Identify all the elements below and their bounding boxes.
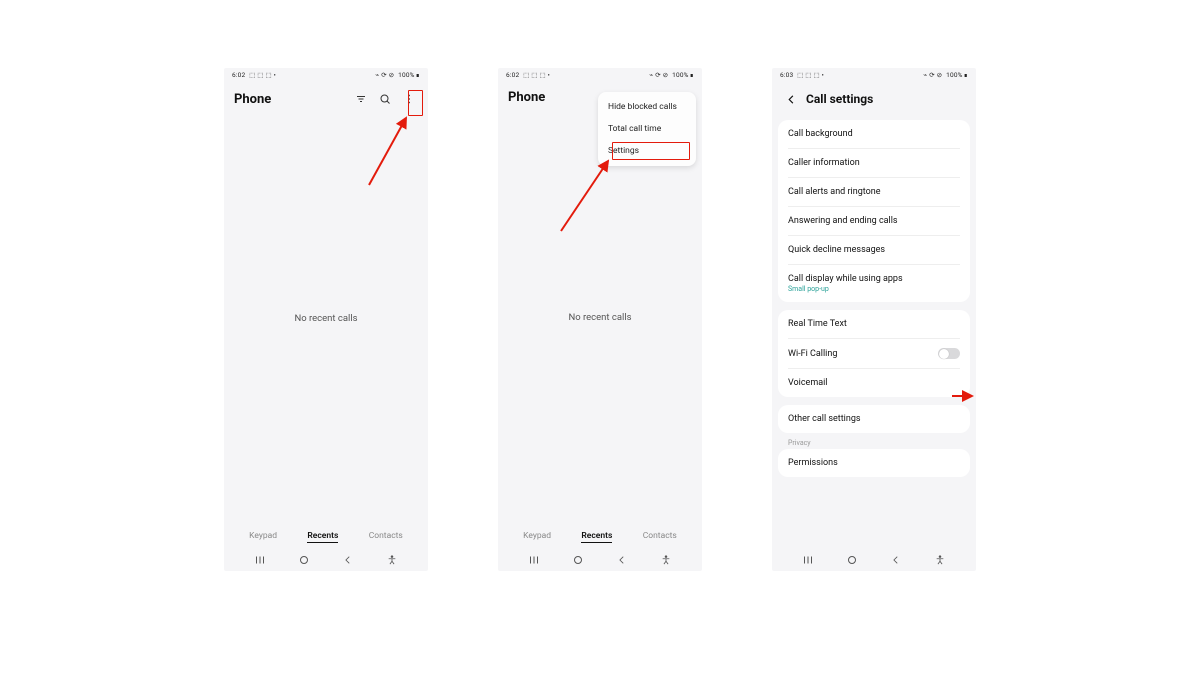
- privacy-section-label: Privacy: [778, 433, 970, 447]
- status-icons: ⬚ ⬚ ⬚ •: [797, 71, 824, 79]
- statusbar: 6:03 ⬚ ⬚ ⬚ • ⌁ ⟳ ⊘ 100%∎: [772, 68, 976, 82]
- row-quick-decline[interactable]: Quick decline messages: [788, 236, 960, 265]
- row-sublabel: Small pop-up: [788, 285, 960, 293]
- bottom-tabs: Keypad Recents Contacts: [498, 525, 702, 549]
- screenshot-phone-menu: 6:02 ⬚ ⬚ ⬚ • ⌁ ⟳ ⊘ 100%∎ Phone Hide bloc…: [498, 68, 702, 571]
- status-net: ⌁ ⟳ ⊘: [649, 71, 668, 79]
- search-icon[interactable]: [376, 90, 394, 108]
- row-label: Wi-Fi Calling: [788, 349, 837, 359]
- row-permissions[interactable]: Permissions: [788, 449, 960, 477]
- wifi-calling-toggle[interactable]: [938, 348, 960, 359]
- tab-contacts[interactable]: Contacts: [369, 531, 403, 543]
- settings-group-4: Permissions: [778, 449, 970, 477]
- tab-keypad[interactable]: Keypad: [523, 531, 551, 543]
- row-label: Voicemail: [788, 378, 828, 388]
- status-icons: ⬚ ⬚ ⬚ •: [523, 71, 550, 79]
- recents-nav-icon[interactable]: [253, 553, 267, 567]
- status-battery: 100%: [672, 71, 689, 79]
- home-nav-icon[interactable]: [297, 553, 311, 567]
- back-nav-icon[interactable]: [341, 553, 355, 567]
- row-label: Caller information: [788, 158, 860, 168]
- statusbar: 6:02 ⬚ ⬚ ⬚ • ⌁ ⟳ ⊘ 100%∎: [498, 68, 702, 82]
- row-call-background[interactable]: Call background: [788, 120, 960, 149]
- settings-group-3: Other call settings: [778, 405, 970, 433]
- recents-nav-icon[interactable]: [801, 553, 815, 567]
- screenshot-call-settings: 6:03 ⬚ ⬚ ⬚ • ⌁ ⟳ ⊘ 100%∎ Call settings C…: [772, 68, 976, 571]
- accessibility-nav-icon[interactable]: [933, 553, 947, 567]
- page-title: Phone: [234, 92, 346, 107]
- row-label: Call background: [788, 129, 853, 139]
- status-time: 6:02: [232, 71, 245, 79]
- row-label: Answering and ending calls: [788, 216, 898, 226]
- back-nav-icon[interactable]: [615, 553, 629, 567]
- row-call-alerts[interactable]: Call alerts and ringtone: [788, 178, 960, 207]
- row-label: Call alerts and ringtone: [788, 187, 880, 197]
- status-net: ⌁ ⟳ ⊘: [923, 71, 942, 79]
- arrow-to-wifi-toggle: [950, 388, 976, 408]
- statusbar: 6:02 ⬚ ⬚ ⬚ • ⌁ ⟳ ⊘ 100%∎: [224, 68, 428, 82]
- empty-state: No recent calls: [568, 312, 631, 323]
- android-navbar: [224, 549, 428, 571]
- status-time: 6:02: [506, 71, 519, 79]
- home-nav-icon[interactable]: [845, 553, 859, 567]
- home-nav-icon[interactable]: [571, 553, 585, 567]
- android-navbar: [772, 549, 976, 571]
- status-time: 6:03: [780, 71, 793, 79]
- row-call-display[interactable]: Call display while using apps Small pop-…: [788, 265, 960, 302]
- row-label: Quick decline messages: [788, 245, 885, 255]
- back-icon[interactable]: [782, 90, 800, 108]
- row-rtt[interactable]: Real Time Text: [788, 310, 960, 339]
- tab-recents[interactable]: Recents: [307, 531, 338, 543]
- row-other-settings[interactable]: Other call settings: [788, 405, 960, 433]
- menu-total-time[interactable]: Total call time: [598, 118, 696, 140]
- row-caller-info[interactable]: Caller information: [788, 149, 960, 178]
- recents-nav-icon[interactable]: [527, 553, 541, 567]
- row-answering[interactable]: Answering and ending calls: [788, 207, 960, 236]
- status-battery: 100%: [398, 71, 415, 79]
- accessibility-nav-icon[interactable]: [385, 553, 399, 567]
- android-navbar: [498, 549, 702, 571]
- status-net: ⌁ ⟳ ⊘: [375, 71, 394, 79]
- arrow-to-settings: [556, 156, 626, 240]
- row-voicemail[interactable]: Voicemail: [788, 369, 960, 397]
- status-icons: ⬚ ⬚ ⬚ •: [249, 71, 276, 79]
- row-label: Other call settings: [788, 414, 861, 424]
- row-label: Call display while using apps: [788, 274, 960, 284]
- screenshot-phone-app: 6:02 ⬚ ⬚ ⬚ • ⌁ ⟳ ⊘ 100%∎ Phone No recent…: [224, 68, 428, 571]
- tab-keypad[interactable]: Keypad: [249, 531, 277, 543]
- accessibility-nav-icon[interactable]: [659, 553, 673, 567]
- settings-group-2: Real Time Text Wi-Fi Calling Voicemail: [778, 310, 970, 397]
- arrow-to-more: [364, 110, 414, 194]
- back-nav-icon[interactable]: [889, 553, 903, 567]
- tab-recents[interactable]: Recents: [581, 531, 612, 543]
- filter-icon[interactable]: [352, 90, 370, 108]
- empty-state: No recent calls: [294, 313, 357, 324]
- status-battery: 100%: [946, 71, 963, 79]
- row-wifi-calling[interactable]: Wi-Fi Calling: [788, 339, 960, 369]
- row-label: Permissions: [788, 458, 838, 468]
- row-label: Real Time Text: [788, 319, 847, 329]
- menu-hide-blocked[interactable]: Hide blocked calls: [598, 96, 696, 118]
- bottom-tabs: Keypad Recents Contacts: [224, 525, 428, 549]
- tab-contacts[interactable]: Contacts: [643, 531, 677, 543]
- page-title: Call settings: [806, 92, 873, 106]
- settings-group-1: Call background Caller information Call …: [778, 120, 970, 302]
